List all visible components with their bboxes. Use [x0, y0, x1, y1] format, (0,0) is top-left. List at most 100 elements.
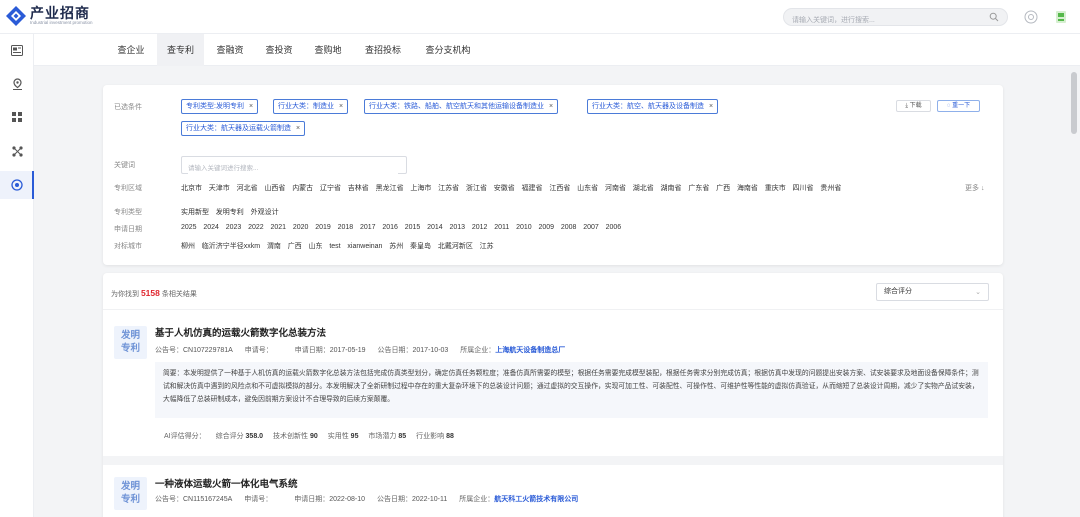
year-option[interactable]: 2014 [427, 224, 443, 231]
region-option[interactable]: 河北省 [237, 183, 258, 193]
sidebar-item-dashboard[interactable] [0, 36, 34, 64]
page-scrollbar[interactable] [1071, 72, 1077, 134]
filter-chip[interactable]: 行业大类：铁路、船舶、航空航天和其他运输设备制造业 × [364, 99, 559, 114]
close-icon[interactable]: × [249, 103, 253, 110]
sidebar-item-apps[interactable] [0, 103, 34, 131]
result-title[interactable]: 一种液体运载火箭一体化电气系统 [155, 476, 298, 490]
company-link[interactable]: 上海航天设备制造总厂 [495, 347, 565, 354]
year-option[interactable]: 2010 [516, 224, 532, 231]
keyword-field[interactable] [181, 156, 407, 177]
tab-branches[interactable]: 查分支机构 [415, 34, 481, 66]
download-button[interactable]: ⤓ 下载 [896, 100, 931, 112]
city-option[interactable]: 柳州 [181, 241, 195, 251]
city-option[interactable]: 山东 [309, 241, 323, 251]
tab-patent[interactable]: 查专利 [157, 34, 204, 66]
type-option[interactable]: 实用新型 [181, 207, 209, 217]
user-icon[interactable] [1055, 10, 1067, 24]
region-option[interactable]: 上海市 [410, 183, 431, 193]
region-option[interactable]: 天津市 [209, 183, 230, 193]
close-icon[interactable]: × [709, 103, 713, 110]
search-icon[interactable] [989, 12, 999, 22]
region-option[interactable]: 安徽省 [494, 183, 515, 193]
year-option[interactable]: 2012 [472, 224, 488, 231]
region-option[interactable]: 北京市 [181, 183, 202, 193]
tab-financing[interactable]: 查融资 [207, 34, 253, 66]
year-option[interactable]: 2022 [248, 224, 264, 231]
region-option[interactable]: 河南省 [605, 183, 626, 193]
region-option[interactable]: 广西 [716, 183, 730, 193]
region-option[interactable]: 四川省 [793, 183, 814, 193]
year-option[interactable]: 2008 [561, 224, 577, 231]
year-option[interactable]: 2017 [360, 224, 376, 231]
year-option[interactable]: 2013 [450, 224, 466, 231]
type-option[interactable]: 发明专利 [216, 207, 244, 217]
region-option[interactable]: 广东省 [688, 183, 709, 193]
settings-circle-icon[interactable] [1024, 10, 1038, 24]
badge-line: 发明 [120, 330, 140, 341]
city-option[interactable]: 临沂济宁半径xxkm [202, 241, 260, 251]
region-option[interactable]: 浙江省 [466, 183, 487, 193]
city-option[interactable]: 江苏 [480, 241, 494, 251]
result-title[interactable]: 基于人机仿真的运载火箭数字化总装方法 [155, 325, 326, 339]
filter-chip[interactable]: 行业大类：航空、航天器及设备制造 × [587, 99, 719, 114]
global-search-input[interactable] [792, 12, 982, 29]
global-search[interactable] [783, 8, 1008, 29]
filter-chip[interactable]: 行业大类：制造业 × [273, 99, 349, 114]
city-option[interactable]: test [329, 243, 340, 250]
region-option[interactable]: 山东省 [577, 183, 598, 193]
sidebar-item-network[interactable] [0, 137, 34, 165]
region-option[interactable]: 重庆市 [765, 183, 786, 193]
region-option[interactable]: 江苏省 [438, 183, 459, 193]
network-icon [11, 145, 23, 157]
city-option[interactable]: xianweinan [347, 243, 382, 250]
region-option[interactable]: 湖南省 [661, 183, 682, 193]
tab-land[interactable]: 查购地 [305, 34, 351, 66]
region-option[interactable]: 海南省 [737, 183, 758, 193]
tab-bidding[interactable]: 查招投标 [355, 34, 411, 66]
city-option[interactable]: 广西 [288, 241, 302, 251]
region-option[interactable]: 吉林省 [348, 183, 369, 193]
type-option[interactable]: 外观设计 [251, 207, 279, 217]
region-option[interactable]: 贵州省 [820, 183, 841, 193]
city-option[interactable]: 北戴河新区 [438, 241, 473, 251]
company-link[interactable]: 航天科工火箭技术有限公司 [494, 496, 578, 503]
count-number: 5158 [140, 288, 160, 298]
year-option[interactable]: 2024 [203, 224, 219, 231]
sidebar-item-search[interactable] [0, 171, 34, 199]
close-icon[interactable]: × [296, 125, 300, 132]
sort-select[interactable]: 综合评分 ⌄ [876, 283, 989, 301]
year-option[interactable]: 2015 [405, 224, 421, 231]
year-option[interactable]: 2025 [181, 224, 197, 231]
region-option[interactable]: 山西省 [264, 183, 285, 193]
year-option[interactable]: 2020 [293, 224, 309, 231]
year-option[interactable]: 2019 [315, 224, 331, 231]
close-icon[interactable]: × [339, 103, 343, 110]
tab-company[interactable]: 查企业 [108, 34, 154, 66]
region-option[interactable]: 福建省 [522, 183, 543, 193]
close-icon[interactable]: × [549, 103, 553, 110]
region-option[interactable]: 内蒙古 [292, 183, 313, 193]
city-option[interactable]: 苏州 [389, 241, 403, 251]
year-option[interactable]: 2021 [271, 224, 287, 231]
tab-investment[interactable]: 查投资 [256, 34, 302, 66]
year-option[interactable]: 2023 [226, 224, 242, 231]
app-logo[interactable]: 产业招商 Industrial investment promotion [6, 6, 93, 26]
keyword-input[interactable] [188, 160, 398, 177]
year-option[interactable]: 2007 [583, 224, 599, 231]
year-option[interactable]: 2018 [338, 224, 354, 231]
year-option[interactable]: 2016 [382, 224, 398, 231]
more-regions-button[interactable]: 更多 ↓ [965, 183, 984, 193]
region-option[interactable]: 湖北省 [633, 183, 654, 193]
city-option[interactable]: 秦皇岛 [410, 241, 431, 251]
region-option[interactable]: 黑龙江省 [376, 183, 404, 193]
year-option[interactable]: 2006 [606, 224, 622, 231]
year-option[interactable]: 2009 [538, 224, 554, 231]
region-option[interactable]: 江西省 [549, 183, 570, 193]
filter-chip[interactable]: 行业大类：航天器及运载火箭制造 × [181, 121, 306, 136]
reset-button[interactable]: ◌ 重一下 [937, 100, 980, 112]
year-option[interactable]: 2011 [494, 224, 509, 231]
filter-chip[interactable]: 专利类型:发明专利 × [181, 99, 259, 114]
sidebar-item-location[interactable] [0, 70, 34, 98]
region-option[interactable]: 辽宁省 [320, 183, 341, 193]
city-option[interactable]: 渭南 [267, 241, 281, 251]
